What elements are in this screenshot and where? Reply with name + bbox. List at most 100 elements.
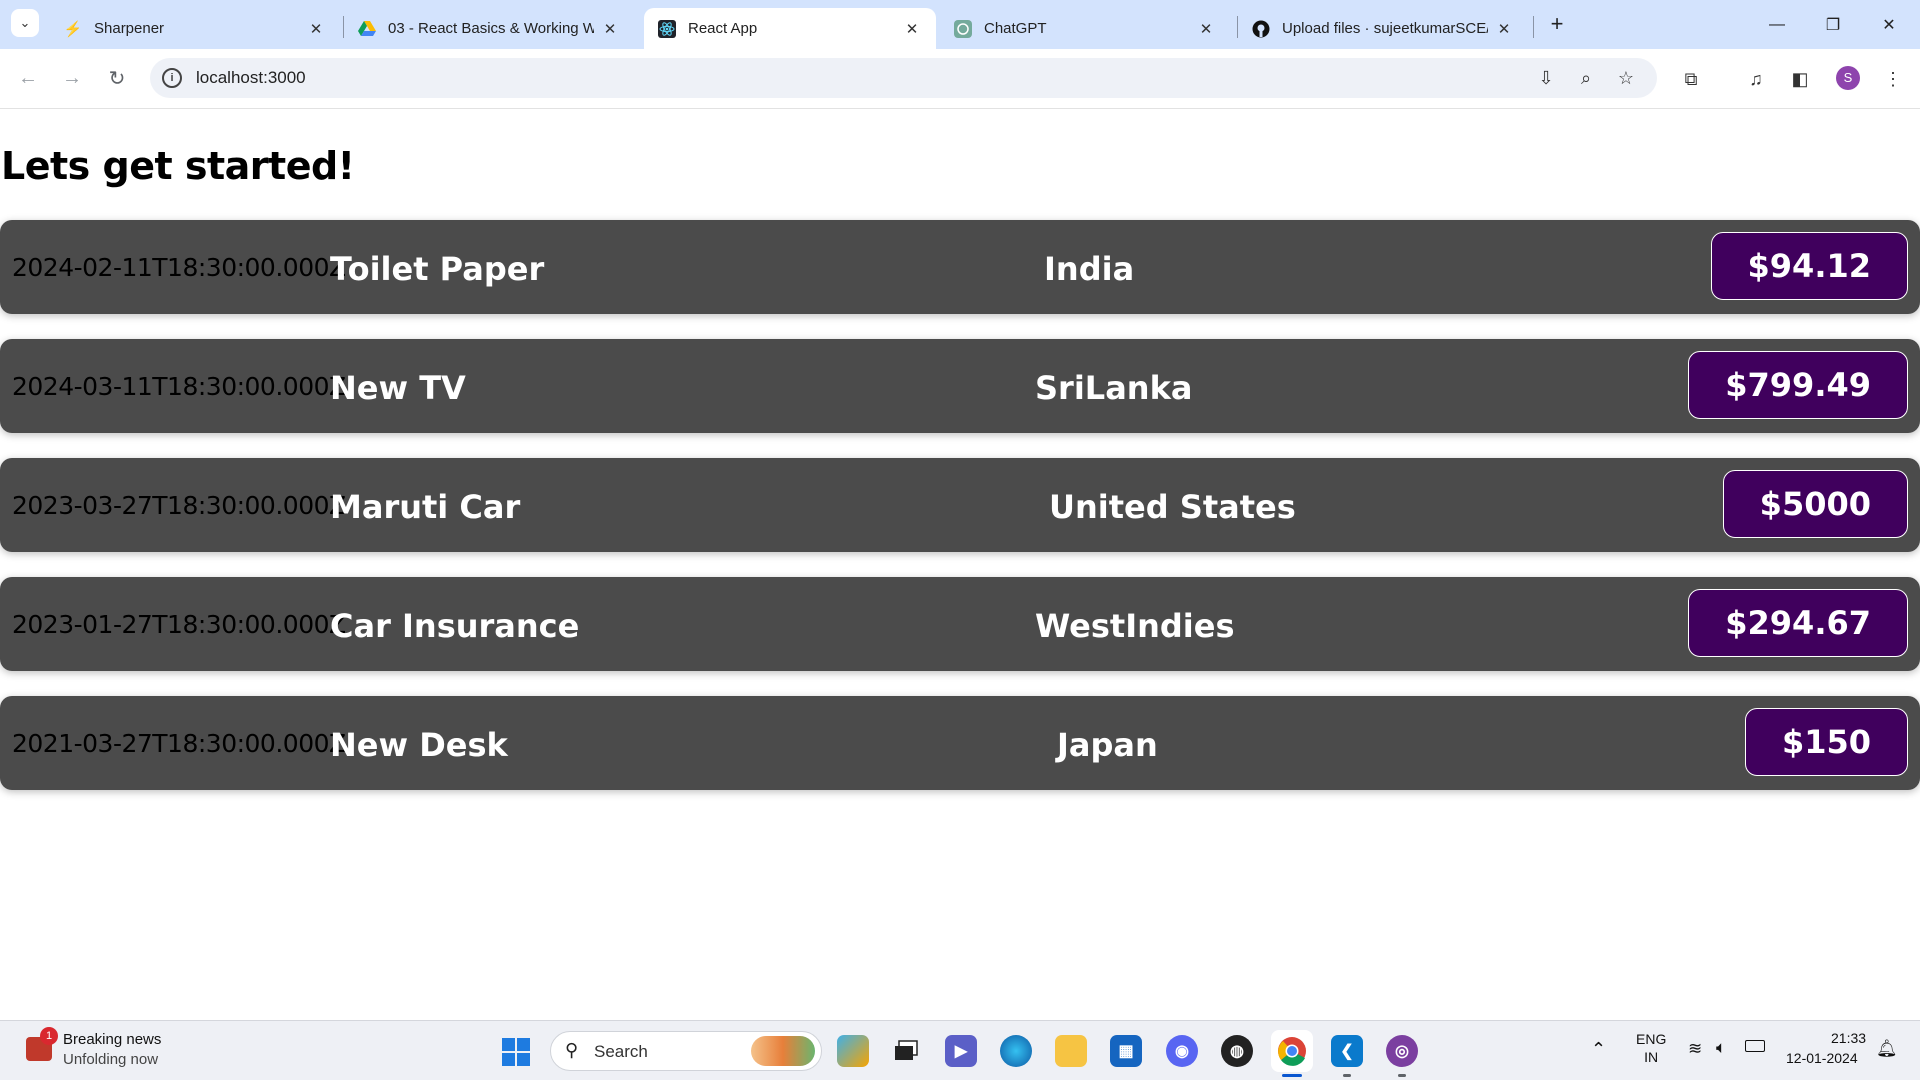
new-tab-button[interactable]: + (1543, 11, 1571, 39)
close-window-button[interactable]: ✕ (1861, 0, 1917, 49)
expense-item: 2023-03-27T18:30:00.000Z Maruti Car Unit… (0, 458, 1920, 552)
teams-icon[interactable]: ▶ (945, 1035, 977, 1067)
expense-item: 2024-03-11T18:30:00.000Z New TV SriLanka… (0, 339, 1920, 433)
plus-icon: + (1550, 11, 1564, 36)
language-indicator[interactable]: ENG IN (1636, 1031, 1666, 1065)
media-controls-icon[interactable]: ♫ (1742, 65, 1770, 93)
expense-price: $799.49 (1688, 351, 1908, 419)
notification-bell-icon[interactable]: 🔔︎ (1876, 1039, 1898, 1059)
arrow-left-icon: ← (18, 66, 38, 89)
taskbar: 1 Breaking news Unfolding now ⚲ Search ▶… (0, 1020, 1920, 1080)
news-subtitle[interactable]: Unfolding now (63, 1051, 158, 1068)
running-app-indicator (1398, 1074, 1406, 1077)
bookmark-star-icon[interactable]: ☆ (1614, 66, 1638, 90)
expense-title: Toilet Paper (330, 250, 545, 288)
expense-item: 2024-02-11T18:30:00.000Z Toilet Paper In… (0, 220, 1920, 314)
github-icon (1252, 20, 1270, 38)
install-app-icon[interactable]: ⇩ (1534, 66, 1558, 90)
microsoft-store-icon[interactable]: ▦ (1110, 1035, 1142, 1067)
expense-item: 2021-03-27T18:30:00.000Z New Desk Japan … (0, 696, 1920, 790)
running-app-indicator (1343, 1074, 1351, 1077)
volume-icon[interactable]: 🔈︎ (1716, 1038, 1726, 1058)
file-explorer-icon[interactable] (1055, 1035, 1087, 1067)
arrow-right-icon: → (62, 66, 82, 89)
battery-icon[interactable] (1745, 1040, 1765, 1052)
minimize-button[interactable]: — (1749, 0, 1805, 49)
tab-title: React App (688, 20, 758, 37)
tab-sharpener[interactable]: ⚡ Sharpener ✕ (50, 8, 340, 49)
expense-title: Maruti Car (330, 488, 521, 526)
tab-strip: ⌄ ⚡ Sharpener ✕ 03 - React Basics & Work… (0, 0, 1920, 49)
discord-icon[interactable]: ◉ (1166, 1035, 1198, 1067)
expense-title: Car Insurance (330, 607, 580, 645)
google-drive-icon (358, 20, 376, 38)
taskbar-search[interactable]: ⚲ Search (550, 1031, 822, 1071)
expense-date: 2024-03-11T18:30:00.000Z (12, 372, 346, 401)
site-info-icon[interactable]: i (162, 68, 182, 88)
close-icon[interactable]: ✕ (902, 20, 922, 38)
close-icon: ✕ (1882, 16, 1896, 34)
expense-title: New Desk (330, 726, 508, 764)
close-icon[interactable]: ✕ (600, 20, 620, 38)
active-app-indicator (1282, 1074, 1302, 1077)
tab-title: Upload files · sujeetkumarSCE/F (1282, 20, 1488, 37)
restore-button[interactable]: ❐ (1805, 0, 1861, 49)
chrome-icon[interactable] (1271, 1030, 1313, 1072)
search-highlight-image (751, 1036, 815, 1066)
github-desktop-icon[interactable]: ◎ (1386, 1035, 1418, 1067)
search-label: Search (594, 1042, 648, 1061)
extensions-icon[interactable]: ⧉ (1677, 65, 1705, 93)
expense-item: 2023-01-27T18:30:00.000Z Car Insurance W… (0, 577, 1920, 671)
expense-price: $94.12 (1710, 232, 1908, 300)
tab-react-basics[interactable]: 03 - React Basics & Working Wi ✕ (344, 8, 634, 49)
expense-title: New TV (330, 369, 466, 407)
news-title[interactable]: Breaking news (63, 1031, 161, 1048)
expense-location: India (1044, 250, 1135, 288)
chevron-down-icon: ⌄ (19, 15, 31, 30)
obs-icon[interactable]: ◍ (1221, 1035, 1253, 1067)
tab-divider (1533, 16, 1534, 38)
notification-badge: 1 (40, 1027, 58, 1045)
reload-icon: ↻ (108, 67, 126, 90)
react-icon (658, 19, 676, 38)
profile-avatar[interactable]: S (1836, 66, 1860, 90)
expense-date: 2023-03-27T18:30:00.000Z (12, 491, 346, 520)
page-content: Lets get started! 2024-02-11T18:30:00.00… (0, 110, 1920, 1020)
page-title: Lets get started! (1, 144, 355, 188)
search-icon: ⚲ (565, 1040, 579, 1060)
edge-icon[interactable] (1000, 1035, 1032, 1067)
expense-location: United States (1049, 488, 1296, 526)
chatgpt-icon (954, 19, 972, 38)
side-panel-icon[interactable]: ◧ (1786, 65, 1814, 93)
tab-search-button[interactable]: ⌄ (11, 9, 39, 37)
expense-location: WestIndies (1035, 607, 1235, 645)
copilot-icon[interactable] (837, 1035, 869, 1067)
windows-start-icon[interactable] (502, 1038, 530, 1066)
tab-github-upload[interactable]: Upload files · sujeetkumarSCE/F ✕ (1238, 8, 1528, 49)
task-view-icon[interactable] (890, 1035, 922, 1067)
zoom-icon[interactable]: ⌕ (1574, 66, 1598, 90)
reload-button[interactable]: ↻ (103, 64, 131, 92)
tab-title: 03 - React Basics & Working Wi (388, 20, 594, 37)
sharpener-icon: ⚡ (63, 20, 83, 38)
language-label: ENG (1636, 1031, 1667, 1047)
expense-price: $150 (1744, 708, 1908, 776)
tab-chatgpt[interactable]: ChatGPT ✕ (940, 8, 1230, 49)
close-icon[interactable]: ✕ (306, 20, 326, 38)
close-icon[interactable]: ✕ (1196, 20, 1216, 38)
more-menu-icon[interactable]: ⋮ (1879, 65, 1907, 93)
vscode-icon[interactable]: ❮ (1331, 1035, 1363, 1067)
forward-button[interactable]: → (58, 64, 86, 92)
clock-date[interactable]: 12-01-2024 (1786, 1050, 1858, 1066)
minimize-icon: — (1769, 15, 1785, 33)
tab-react-app[interactable]: React App ✕ (644, 8, 936, 49)
close-icon[interactable]: ✕ (1494, 20, 1514, 38)
address-bar[interactable]: i localhost:3000 ⇩ ⌕ ☆ (150, 58, 1657, 98)
wifi-icon[interactable]: ≋ (1688, 1039, 1702, 1059)
url-text[interactable]: localhost:3000 (196, 68, 306, 88)
clock-time[interactable]: 21:33 (1831, 1030, 1866, 1046)
back-button[interactable]: ← (14, 64, 42, 92)
expense-date: 2021-03-27T18:30:00.000Z (12, 729, 346, 758)
show-hidden-icons-chevron-icon[interactable]: ⌃ (1591, 1039, 1606, 1060)
region-label: IN (1644, 1049, 1659, 1065)
